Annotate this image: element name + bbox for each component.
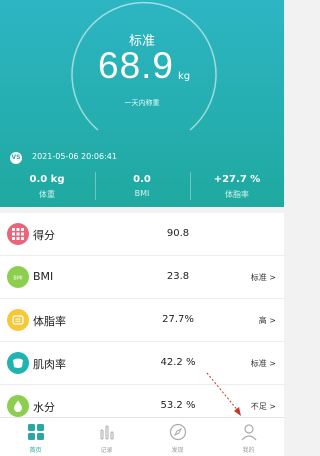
measure-datetime: 2021-05-06 20:06:41: [32, 152, 117, 161]
metric-name: 肌肉率: [33, 358, 66, 371]
metric-row-bmi[interactable]: BMI BMI 23.8 标准 >: [0, 256, 284, 299]
metric-value: 23.8: [166, 271, 190, 282]
stat-weight-change: 0.0 kg 体重: [0, 174, 94, 200]
stat-label: 体重: [39, 190, 55, 199]
stat-label: 体脂率: [225, 190, 249, 199]
bottom-tab-bar: 首页 记录 发现 我的: [0, 417, 284, 456]
chart-bars-icon: [100, 425, 114, 440]
tab-records[interactable]: 记录: [71, 418, 142, 456]
tab-label: 我的: [242, 447, 255, 454]
metric-name: BMI: [33, 270, 54, 283]
tab-mine[interactable]: 我的: [213, 418, 284, 456]
weight-value: 68.9: [98, 45, 175, 86]
weight-unit: kg: [178, 71, 191, 82]
metric-row-score[interactable]: 得分 90.8: [0, 213, 284, 256]
muscle-icon: [7, 352, 29, 374]
stat-bodyfat-change: +27.7 % 体脂率: [190, 174, 284, 200]
score-grid-icon: [7, 223, 29, 245]
metric-status-link[interactable]: 不足 >: [251, 401, 276, 412]
metric-value: 90.8: [166, 228, 190, 239]
body-fat-icon: [7, 309, 29, 331]
stat-value: 0.0: [133, 174, 151, 185]
metric-row-muscle[interactable]: 肌肉率 42.2 % 标准 >: [0, 342, 284, 385]
tab-label: 发现: [171, 447, 184, 454]
weight-subtitle: 一天内称重: [124, 99, 160, 107]
metric-name: 体脂率: [33, 315, 66, 328]
svg-text:BMI: BMI: [13, 276, 22, 282]
vs-compare-icon[interactable]: VS: [10, 152, 22, 164]
tab-label: 记录: [100, 447, 113, 454]
bmi-icon: BMI: [7, 266, 29, 288]
metric-status-link[interactable]: 高 >: [259, 315, 276, 326]
metric-value: 53.2 %: [160, 400, 196, 411]
metric-row-body-fat[interactable]: 体脂率 27.7% 高 >: [0, 299, 284, 342]
metric-name: 水分: [33, 401, 55, 414]
metric-name: 得分: [33, 229, 55, 242]
metric-value: 27.7%: [162, 314, 194, 325]
stat-bmi-change: 0.0 BMI: [95, 174, 189, 198]
stat-value: +27.7 %: [213, 174, 261, 185]
tab-discover[interactable]: 发现: [142, 418, 213, 456]
metric-status-link[interactable]: 标准 >: [251, 358, 276, 369]
stat-value: 0.0 kg: [29, 174, 65, 185]
tab-label: 首页: [29, 447, 42, 454]
metric-status-link[interactable]: 标准 >: [251, 272, 276, 283]
home-grid-icon: [28, 424, 44, 440]
water-drop-icon: [7, 395, 29, 417]
tab-home[interactable]: 首页: [0, 418, 71, 456]
weight-summary-header: 标准 68.9 kg 一天内称重 VS 2021-05-06 20:06:41 …: [0, 0, 284, 207]
stat-label: BMI: [134, 189, 150, 198]
user-icon: [241, 424, 257, 441]
compass-icon: [169, 423, 187, 441]
metrics-list: 得分 90.8 BMI BMI 23.8 标准 > 体脂率 27.7% 高 > …: [0, 213, 284, 428]
metric-value: 42.2 %: [160, 357, 196, 368]
